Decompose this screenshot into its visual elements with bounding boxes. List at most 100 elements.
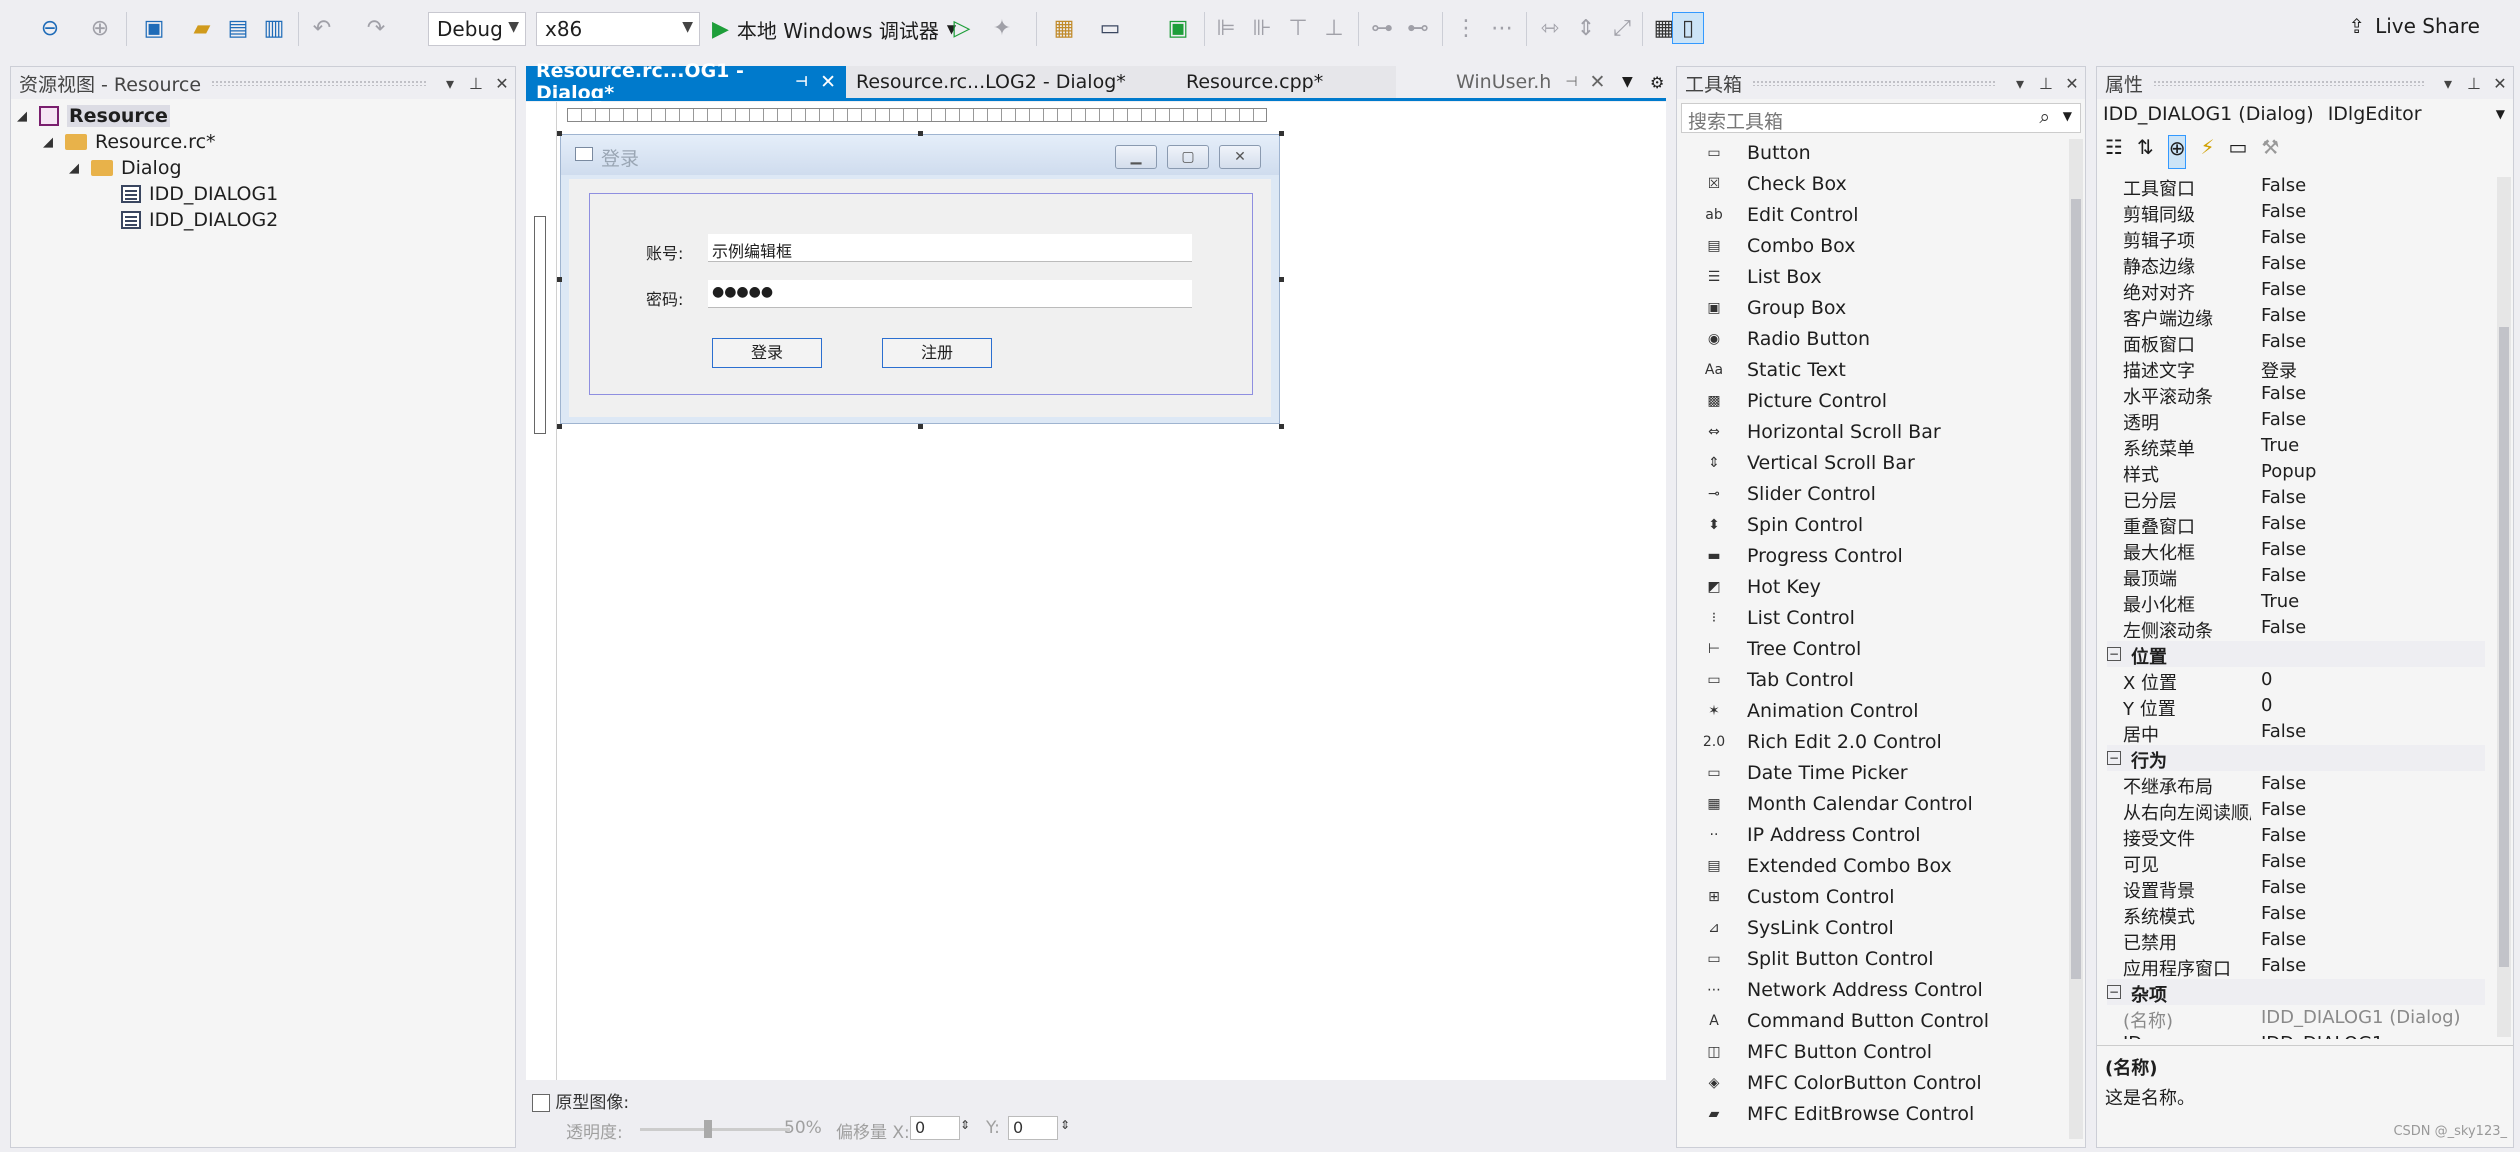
property-value[interactable]: False — [2261, 331, 2306, 352]
save-icon[interactable]: ▤ — [222, 12, 254, 44]
property-row[interactable]: Y 位置 0 — [2107, 693, 2485, 720]
property-row[interactable]: 剪辑子项 False — [2107, 225, 2485, 252]
property-value[interactable]: 0 — [2261, 669, 2272, 690]
property-value[interactable]: False — [2261, 877, 2306, 898]
toolbox-search[interactable]: 搜索工具箱 ⌕ ▼ — [1681, 103, 2081, 133]
events-icon[interactable]: ⚡ — [2200, 135, 2214, 169]
account-edit[interactable]: 示例编辑框 — [708, 234, 1192, 262]
search-input[interactable]: 搜索工具箱 — [1688, 107, 1783, 134]
property-row[interactable]: 左侧滚动条 False — [2107, 615, 2485, 642]
pin-icon[interactable]: ⊣ — [795, 74, 808, 90]
property-value[interactable]: False — [2261, 305, 2306, 326]
property-row[interactable]: 不继承布局 False — [2107, 771, 2485, 798]
property-row[interactable]: X 位置 0 — [2107, 667, 2485, 694]
start-debugging-button[interactable]: ▶ 本地 Windows 调试器 ▼ — [712, 12, 956, 46]
live-share-button[interactable]: ⇪ Live Share — [2348, 14, 2480, 38]
toolbox-item[interactable]: ◩ Hot Key — [1677, 571, 2057, 602]
prototype-checkbox[interactable]: 原型图像: — [532, 1088, 629, 1113]
property-row[interactable]: 系统菜单 True — [2107, 433, 2485, 460]
toolbox-item[interactable]: ◉ Radio Button — [1677, 323, 2057, 354]
same-size-icon[interactable]: ⤢ — [1606, 12, 1638, 44]
toolbox-item[interactable]: ⊞ Custom Control — [1677, 881, 2057, 912]
toolbox-item[interactable]: ·· IP Address Control — [1677, 819, 2057, 850]
property-value[interactable]: False — [2261, 773, 2306, 794]
property-value[interactable]: False — [2261, 825, 2306, 846]
spin-icon[interactable]: ⇕ — [1060, 1118, 1070, 1132]
expanded-icon[interactable]: ◢ — [43, 135, 57, 150]
dialog-title-bar[interactable]: 登录 ▁ ▢ ✕ — [561, 135, 1279, 175]
property-row[interactable]: 剪辑同级 False — [2107, 199, 2485, 226]
property-value[interactable]: True — [2261, 435, 2299, 456]
property-row[interactable]: 水平滚动条 False — [2107, 381, 2485, 408]
toolbox-item[interactable]: ✶ Animation Control — [1677, 695, 2057, 726]
property-value[interactable]: False — [2261, 617, 2306, 638]
chevron-down-icon[interactable]: ▾ — [2007, 74, 2033, 93]
space-across-icon[interactable]: ⋮ — [1450, 12, 1482, 44]
toolbox-item[interactable]: ◫ MFC Button Control — [1677, 1036, 2057, 1067]
center-horizontal-icon[interactable]: ⊷ — [1402, 12, 1434, 44]
scrollbar-thumb[interactable] — [2071, 199, 2081, 979]
property-value[interactable]: False — [2261, 955, 2306, 976]
maximize-icon[interactable]: ▢ — [1167, 145, 1209, 169]
close-icon[interactable]: ✕ — [820, 71, 836, 93]
property-value[interactable]: 0 — [2261, 695, 2272, 716]
property-value[interactable]: False — [2261, 851, 2306, 872]
close-icon[interactable]: ✕ — [2487, 74, 2513, 93]
tab-list-dropdown[interactable]: ▼ — [1612, 66, 1640, 98]
properties-icon[interactable]: ⊕ — [2167, 135, 2187, 169]
toolbox-item[interactable]: ▣ Group Box — [1677, 292, 2057, 323]
toolbox-item[interactable]: ▩ Picture Control — [1677, 385, 2057, 416]
open-folder-icon[interactable]: ▰ — [186, 12, 218, 44]
resize-handle[interactable] — [557, 131, 562, 136]
property-row[interactable]: 设置背景 False — [2107, 875, 2485, 902]
property-row[interactable]: 工具窗口 False — [2107, 173, 2485, 200]
drag-grip[interactable] — [1752, 80, 1997, 86]
property-value[interactable]: True — [2261, 591, 2299, 612]
same-height-icon[interactable]: ⇕ — [1570, 12, 1602, 44]
dialog-preview[interactable]: 登录 ▁ ▢ ✕ 账号: 示例编辑框 密码: ●●●●● 登录 注册 — [560, 134, 1280, 424]
gear-icon[interactable]: ⚙ — [1640, 66, 1666, 98]
property-value[interactable]: False — [2261, 175, 2306, 196]
property-row[interactable]: 绝对对齐 False — [2107, 277, 2485, 304]
same-width-icon[interactable]: ⇿ — [1534, 12, 1566, 44]
checkbox-icon[interactable] — [532, 1094, 550, 1112]
run-without-debug-icon[interactable]: ▷ — [946, 12, 978, 44]
toolbox-item[interactable]: ▭ Split Button Control — [1677, 943, 2057, 974]
test-dialog-icon[interactable]: ▣ — [1162, 12, 1194, 44]
pin-icon[interactable]: ⊣ — [1565, 74, 1577, 90]
property-row[interactable]: 应用程序窗口 False — [2107, 953, 2485, 980]
tab-resource-cpp[interactable]: Resource.cpp* — [1156, 66, 1396, 98]
property-value[interactable]: False — [2261, 227, 2306, 248]
toolbox-scrollbar[interactable] — [2069, 139, 2083, 1139]
collapse-icon[interactable]: − — [2107, 985, 2121, 999]
resize-handle[interactable] — [557, 277, 562, 282]
register-button[interactable]: 注册 — [882, 338, 992, 368]
vertical-ruler[interactable] — [534, 216, 546, 434]
property-value[interactable]: False — [2261, 253, 2306, 274]
offset-x-input[interactable]: 0 — [910, 1116, 960, 1140]
toolbox-item[interactable]: ▭ Tab Control — [1677, 664, 2057, 695]
tab-winuser-h[interactable]: WinUser.h ⊣ ✕ — [1446, 66, 1636, 98]
align-left-icon[interactable]: ⊫ — [1210, 12, 1242, 44]
collapse-icon[interactable]: − — [2107, 647, 2121, 661]
toolbox-item[interactable]: 2.0 Rich Edit 2.0 Control — [1677, 726, 2057, 757]
property-row[interactable]: 接受文件 False — [2107, 823, 2485, 850]
login-button[interactable]: 登录 — [712, 338, 822, 368]
toolbox-item[interactable]: ▭ Date Time Picker — [1677, 757, 2057, 788]
tree-item-resource-rc[interactable]: ◢ Resource.rc* — [43, 129, 216, 155]
tab-dialog1[interactable]: Resource.rc...OG1 - Dialog* ⊣ ✕ — [526, 60, 846, 104]
config-dropdown[interactable]: Debug ▼ — [428, 12, 526, 46]
toolbox-item[interactable]: Aa Static Text — [1677, 354, 2057, 385]
chevron-down-icon[interactable]: ▾ — [437, 74, 463, 93]
scrollbar-thumb[interactable] — [2499, 327, 2509, 967]
resize-handle[interactable] — [557, 424, 562, 429]
platform-dropdown[interactable]: x86 ▼ — [536, 12, 700, 46]
tree-item-resource[interactable]: ◢ Resource — [17, 103, 170, 129]
align-top-icon[interactable]: ⊤ — [1282, 12, 1314, 44]
toolbox-item[interactable]: ⇕ Vertical Scroll Bar — [1677, 447, 2057, 478]
toolbox-item[interactable]: ab Edit Control — [1677, 199, 2057, 230]
tree-item-idd-dialog2[interactable]: IDD_DIALOG2 — [121, 207, 278, 233]
property-row[interactable]: (名称) IDD_DIALOG1 (Dialog) — [2107, 1005, 2485, 1032]
toolbox-item[interactable]: ▤ Extended Combo Box — [1677, 850, 2057, 881]
property-value[interactable]: False — [2261, 721, 2306, 742]
